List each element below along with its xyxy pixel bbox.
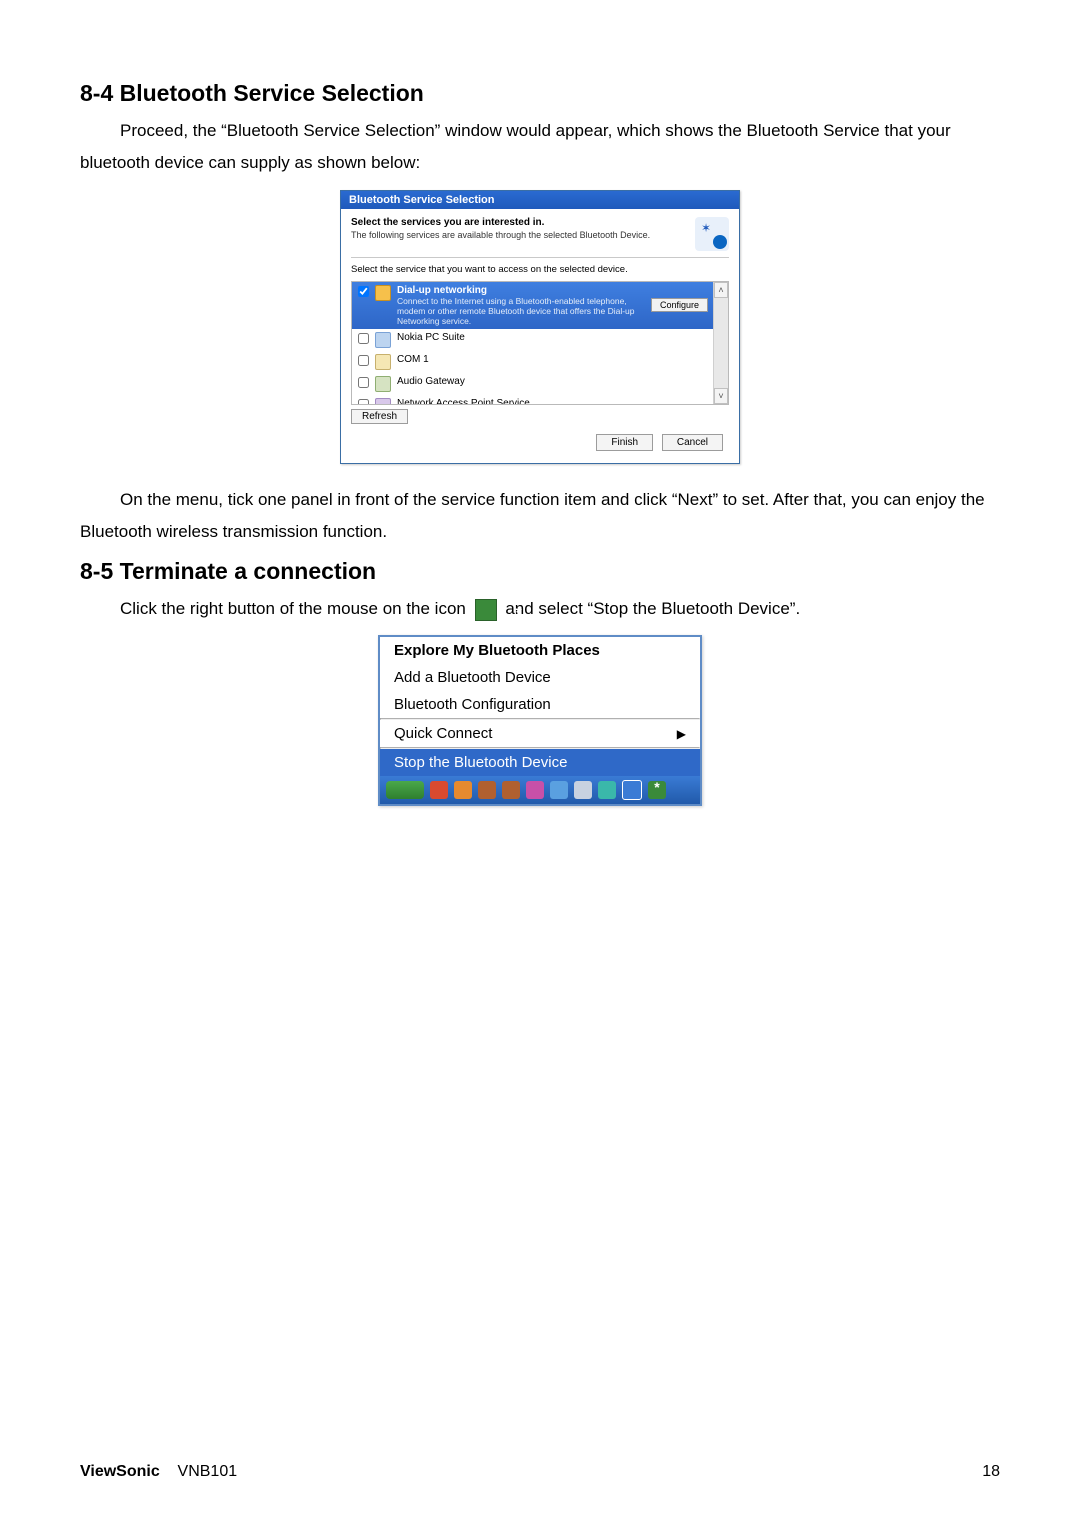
menu-add-device[interactable]: Add a Bluetooth Device	[380, 664, 700, 691]
bluetooth-service-selection-dialog: Bluetooth Service Selection Select the s…	[340, 190, 740, 464]
service-label: Audio Gateway	[397, 376, 708, 387]
scroll-down-icon[interactable]: ˅	[714, 388, 728, 404]
submenu-arrow-icon: ▶	[677, 727, 686, 741]
footer-model: VNB101	[178, 1463, 238, 1480]
refresh-button[interactable]: Refresh	[351, 409, 408, 424]
bluetooth-context-menu: Explore My Bluetooth Places Add a Blueto…	[378, 635, 702, 806]
section-8-4-paragraph-1: Proceed, the “Bluetooth Service Selectio…	[80, 115, 1000, 180]
dialog-subhead: The following services are available thr…	[351, 230, 687, 240]
menu-bluetooth-config[interactable]: Bluetooth Configuration	[380, 691, 700, 718]
bluetooth-tray-icon[interactable]	[648, 781, 666, 799]
section-8-4-paragraph-2: On the menu, tick one panel in front of …	[80, 484, 1000, 549]
footer-brand: ViewSonic	[80, 1463, 160, 1480]
section-heading-8-4: 8-4 Bluetooth Service Selection	[80, 80, 1000, 107]
network-icon	[375, 398, 391, 405]
service-audio-gateway[interactable]: Audio Gateway	[352, 373, 714, 395]
service-checkbox[interactable]	[358, 355, 369, 366]
service-label: Network Access Point Service	[397, 398, 708, 405]
tray-icon[interactable]	[502, 781, 520, 799]
folder-icon	[375, 332, 391, 348]
section-8-5-paragraph: Click the right button of the mouse on t…	[80, 593, 1000, 625]
service-com1[interactable]: COM 1	[352, 351, 714, 373]
service-label: Dial-up networking	[397, 285, 487, 296]
service-list: Dial-up networking Connect to the Intern…	[351, 281, 729, 405]
scrollbar[interactable]: ˄ ˅	[713, 282, 728, 404]
folder-icon	[375, 354, 391, 370]
finish-button[interactable]: Finish	[596, 434, 653, 451]
menu-stop-device[interactable]: Stop the Bluetooth Device	[380, 749, 700, 776]
configure-button[interactable]: Configure	[651, 298, 708, 312]
page-number: 18	[982, 1463, 1000, 1481]
scroll-up-icon[interactable]: ˄	[714, 282, 728, 298]
tray-icon[interactable]	[574, 781, 592, 799]
menu-quick-connect[interactable]: Quick Connect ▶	[380, 720, 700, 747]
service-checkbox[interactable]	[358, 286, 369, 297]
service-network-access-point[interactable]: Network Access Point Service	[352, 395, 714, 405]
start-button-icon[interactable]	[386, 781, 424, 799]
page-footer: ViewSonic VNB101 18	[80, 1463, 1000, 1481]
service-dial-up-networking[interactable]: Dial-up networking Connect to the Intern…	[352, 282, 714, 329]
bluetooth-tray-icon	[475, 599, 497, 621]
service-checkbox[interactable]	[358, 399, 369, 405]
audio-gateway-icon	[375, 376, 391, 392]
section-heading-8-5: 8-5 Terminate a connection	[80, 558, 1000, 585]
tray-icon[interactable]	[454, 781, 472, 799]
service-label: Nokia PC Suite	[397, 332, 708, 343]
service-nokia-pc-suite[interactable]: Nokia PC Suite	[352, 329, 714, 351]
bluetooth-icon: *	[695, 217, 729, 251]
tray-icon[interactable]	[478, 781, 496, 799]
service-checkbox[interactable]	[358, 333, 369, 344]
dial-up-icon	[375, 285, 391, 301]
service-description: Connect to the Internet using a Bluetoot…	[397, 296, 645, 326]
service-label: COM 1	[397, 354, 708, 365]
dialog-headline: Select the services you are interested i…	[351, 217, 544, 228]
tray-icon[interactable]	[550, 781, 568, 799]
tray-icon[interactable]	[430, 781, 448, 799]
dialog-instruction: Select the service that you want to acce…	[351, 264, 729, 275]
menu-explore-places[interactable]: Explore My Bluetooth Places	[380, 637, 700, 664]
text-after-icon: and select “Stop the Bluetooth Device”.	[505, 599, 800, 618]
service-checkbox[interactable]	[358, 377, 369, 388]
tray-icon[interactable]	[598, 781, 616, 799]
cancel-button[interactable]: Cancel	[662, 434, 723, 451]
tray-icon[interactable]	[622, 780, 642, 800]
dialog-title-bar: Bluetooth Service Selection	[341, 191, 739, 209]
tray-icon[interactable]	[526, 781, 544, 799]
taskbar	[380, 776, 700, 804]
menu-quick-connect-label: Quick Connect	[394, 725, 492, 742]
text-before-icon: Click the right button of the mouse on t…	[120, 599, 471, 618]
